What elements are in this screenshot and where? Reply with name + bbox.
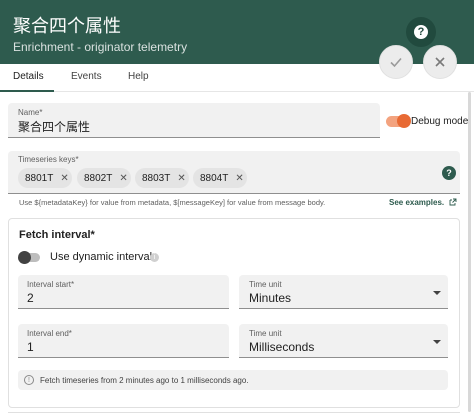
tab-help[interactable]: Help [128,71,149,82]
end-time-unit-value: Milliseconds [249,340,315,354]
dynamic-interval-label: Use dynamic interval [50,251,153,263]
chevron-down-icon [433,340,441,344]
interval-end-value: 1 [27,340,34,354]
start-time-unit-label: Time unit [249,280,282,289]
debug-mode-label: Debug mode [411,116,469,127]
chip-label: 8801T [25,172,54,184]
chip-label: 8804T [200,172,229,184]
chip-8802T[interactable]: 8802T ✕ [77,168,131,188]
active-tab-indicator [0,90,54,92]
tab-details[interactable]: Details [13,71,44,82]
tab-bar: Details Events Help [0,64,474,92]
info-icon[interactable]: i [150,253,159,262]
close-icon[interactable]: ✕ [235,173,243,184]
next-card-edge [8,412,460,418]
scrollbar[interactable] [468,92,471,412]
question-circle-icon[interactable]: ? [442,166,456,180]
timeseries-keys-hint: Use ${metadataKey} for value from metada… [19,198,326,207]
close-icon[interactable]: ✕ [119,173,127,184]
name-field-label: Name* [18,108,43,117]
question-icon: ? [414,25,428,39]
chip-label: 8802T [84,172,113,184]
fetch-interval-title: Fetch interval* [19,229,95,241]
close-icon[interactable]: ✕ [60,173,68,184]
tab-events[interactable]: Events [71,71,102,82]
help-button[interactable]: ? [406,17,436,47]
interval-start-label: Interval start* [27,280,75,289]
interval-end-label: Interval end* [27,329,72,338]
dynamic-interval-toggle-thumb [18,251,31,264]
interval-start-value: 2 [27,291,34,305]
debug-mode-toggle-thumb [397,114,411,128]
start-time-unit-value: Minutes [249,291,292,305]
chip-8804T[interactable]: 8804T ✕ [193,168,247,188]
clock-icon: ! [24,375,34,385]
see-examples-label: See examples. [389,198,445,207]
chip-label: 8803T [142,172,171,184]
timeseries-keys-label: Timeseries keys* [18,155,79,164]
chip-8803T[interactable]: 8803T ✕ [135,168,189,188]
external-link-icon [449,198,457,206]
dialog-subtitle: Enrichment - originator telemetry [13,40,188,54]
chevron-down-icon [433,291,441,295]
chip-8801T[interactable]: 8801T ✕ [18,168,72,188]
end-time-unit-label: Time unit [249,329,282,338]
close-icon[interactable]: ✕ [177,173,185,184]
see-examples-link[interactable]: See examples. [389,198,457,207]
dialog-title: 聚合四个属性 [13,16,121,37]
name-field-value: 聚合四个属性 [18,120,91,134]
fetch-summary-text: Fetch timeseries from 2 minutes ago to 1… [40,376,249,385]
